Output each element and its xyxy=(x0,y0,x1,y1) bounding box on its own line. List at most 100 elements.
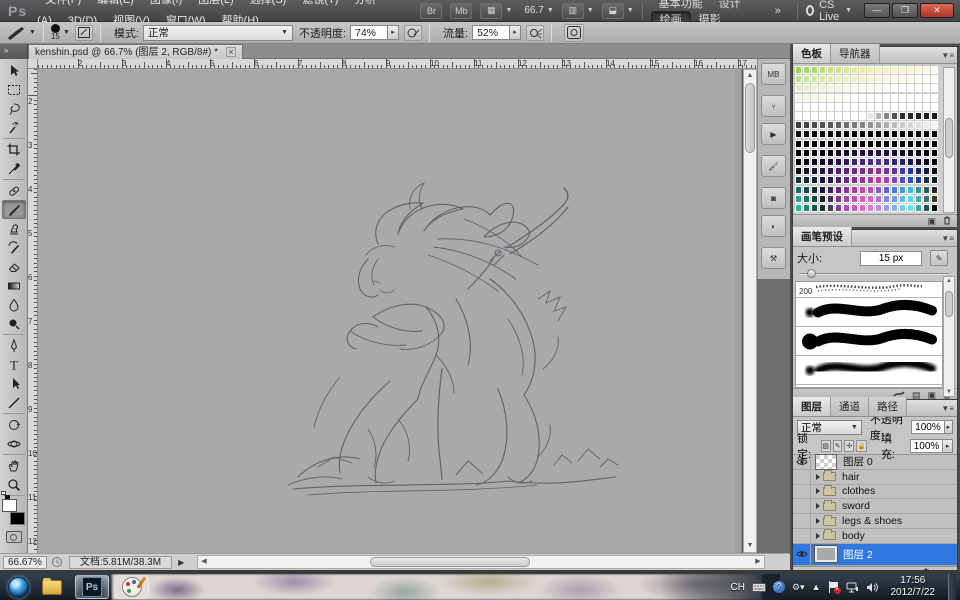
swatch[interactable] xyxy=(795,121,802,130)
brush-tool[interactable] xyxy=(1,200,26,219)
fill-slider[interactable]: ▸ xyxy=(943,438,953,453)
swatch[interactable] xyxy=(851,167,858,176)
menu-item-4[interactable]: 选择(S) xyxy=(242,0,295,6)
taskbar-paint-button[interactable] xyxy=(115,575,149,599)
layer-thumbnail[interactable] xyxy=(815,453,837,470)
swatch[interactable] xyxy=(859,185,866,194)
swatch[interactable] xyxy=(899,93,906,102)
swatch[interactable] xyxy=(859,130,866,139)
swatch[interactable] xyxy=(907,84,914,93)
swatch[interactable] xyxy=(819,130,826,139)
swatch[interactable] xyxy=(867,204,874,212)
brush-size-slider[interactable] xyxy=(799,269,949,279)
swatch[interactable] xyxy=(931,130,938,139)
swatch[interactable] xyxy=(899,130,906,139)
swatch[interactable] xyxy=(859,148,866,157)
swatch[interactable] xyxy=(875,185,882,194)
swatch[interactable] xyxy=(931,75,938,84)
swatch[interactable] xyxy=(851,148,858,157)
swatch[interactable] xyxy=(803,102,810,111)
vertical-ruler[interactable]: 2 3 4 5 6 7 8 9 10 11 12 xyxy=(28,69,38,553)
cs-live-button[interactable]: CS Live ▼ xyxy=(805,0,852,23)
swatch[interactable] xyxy=(795,185,802,194)
panel-menu-icon[interactable]: ▼≡ xyxy=(941,51,954,60)
swatch[interactable] xyxy=(907,121,914,130)
swatch[interactable] xyxy=(867,139,874,148)
blur-tool[interactable] xyxy=(2,295,26,314)
swatch[interactable] xyxy=(867,66,874,74)
swatch[interactable] xyxy=(835,194,842,203)
swatch[interactable] xyxy=(915,204,922,212)
scroll-right-icon[interactable]: ▶ xyxy=(752,556,764,568)
swatch[interactable] xyxy=(851,112,858,120)
swatch[interactable] xyxy=(875,84,882,93)
crop-tool[interactable] xyxy=(2,140,26,159)
swatch[interactable] xyxy=(795,93,802,102)
swatch[interactable] xyxy=(827,112,834,120)
swatch[interactable] xyxy=(883,185,890,194)
swatch[interactable] xyxy=(883,130,890,139)
swatch[interactable] xyxy=(907,102,914,111)
swatch[interactable] xyxy=(827,121,834,130)
swatch[interactable] xyxy=(867,194,874,203)
brush-preset-row[interactable] xyxy=(796,356,942,385)
swatch[interactable] xyxy=(811,139,818,148)
scroll-left-icon[interactable]: ◀ xyxy=(198,556,210,568)
screen-mode-caret[interactable]: ▼ xyxy=(627,7,634,14)
swatch[interactable] xyxy=(859,66,866,74)
lock-position-icon[interactable]: ✛ xyxy=(844,439,855,452)
swatch[interactable] xyxy=(907,204,914,212)
swatch[interactable] xyxy=(835,185,842,194)
brush-tip-toggle-icon[interactable]: ✎ xyxy=(930,250,949,266)
brush-slider-knob[interactable] xyxy=(807,269,816,278)
swatch[interactable] xyxy=(883,66,890,74)
swatch[interactable] xyxy=(795,176,802,185)
swatch[interactable] xyxy=(795,102,802,111)
swatch[interactable] xyxy=(803,139,810,148)
swatch[interactable] xyxy=(835,75,842,84)
swatch[interactable] xyxy=(843,167,850,176)
swatch[interactable] xyxy=(923,93,930,102)
ime-options-icon[interactable]: ⚙▾ xyxy=(792,582,805,593)
swatch[interactable] xyxy=(851,194,858,203)
swatch[interactable] xyxy=(915,121,922,130)
swatch[interactable] xyxy=(867,93,874,102)
swatch[interactable] xyxy=(923,84,930,93)
flow-slider-button[interactable]: ▸ xyxy=(510,25,522,40)
swatch[interactable] xyxy=(843,102,850,111)
opacity-slider-button[interactable]: ▸ xyxy=(388,25,399,40)
swatch[interactable] xyxy=(835,66,842,74)
toggle-brush-panel-icon[interactable] xyxy=(74,24,93,41)
swatch[interactable] xyxy=(915,112,922,120)
swatch[interactable] xyxy=(931,148,938,157)
swatch[interactable] xyxy=(907,158,914,166)
flow-input[interactable]: 52% xyxy=(472,25,511,40)
layer-opacity-slider[interactable]: ▸ xyxy=(944,420,953,434)
swatch[interactable] xyxy=(891,158,898,166)
swatch[interactable] xyxy=(819,84,826,93)
layer-opacity-input[interactable]: 100% xyxy=(911,420,945,434)
tab-swatches[interactable]: 色板 xyxy=(793,44,831,63)
tablet-size-icon[interactable] xyxy=(564,23,585,42)
swatch[interactable] xyxy=(843,93,850,102)
swatch[interactable] xyxy=(907,66,914,74)
swatch[interactable] xyxy=(827,176,834,185)
swatch[interactable] xyxy=(843,194,850,203)
mini-bridge-icon[interactable]: Mb xyxy=(450,2,473,19)
swatch[interactable] xyxy=(811,75,818,84)
swatch[interactable] xyxy=(915,102,922,111)
tools-collapse-button[interactable]: » xyxy=(0,44,28,59)
swatch[interactable] xyxy=(819,158,826,166)
swatch[interactable] xyxy=(915,148,922,157)
swatch[interactable] xyxy=(803,167,810,176)
zoom-caret[interactable]: ▼ xyxy=(547,7,554,14)
lock-transparency-icon[interactable]: ▨ xyxy=(820,439,831,452)
ime-help-icon[interactable]: ? xyxy=(772,581,785,593)
swatch[interactable] xyxy=(883,176,890,185)
swatch[interactable] xyxy=(931,66,938,74)
scroll-up-icon[interactable]: ▲ xyxy=(744,70,756,82)
eyedropper-tool[interactable] xyxy=(2,159,26,178)
workspace-overflow-button[interactable]: » xyxy=(767,3,789,19)
swatch[interactable] xyxy=(795,148,802,157)
foreground-color-swatch[interactable] xyxy=(1,499,17,512)
